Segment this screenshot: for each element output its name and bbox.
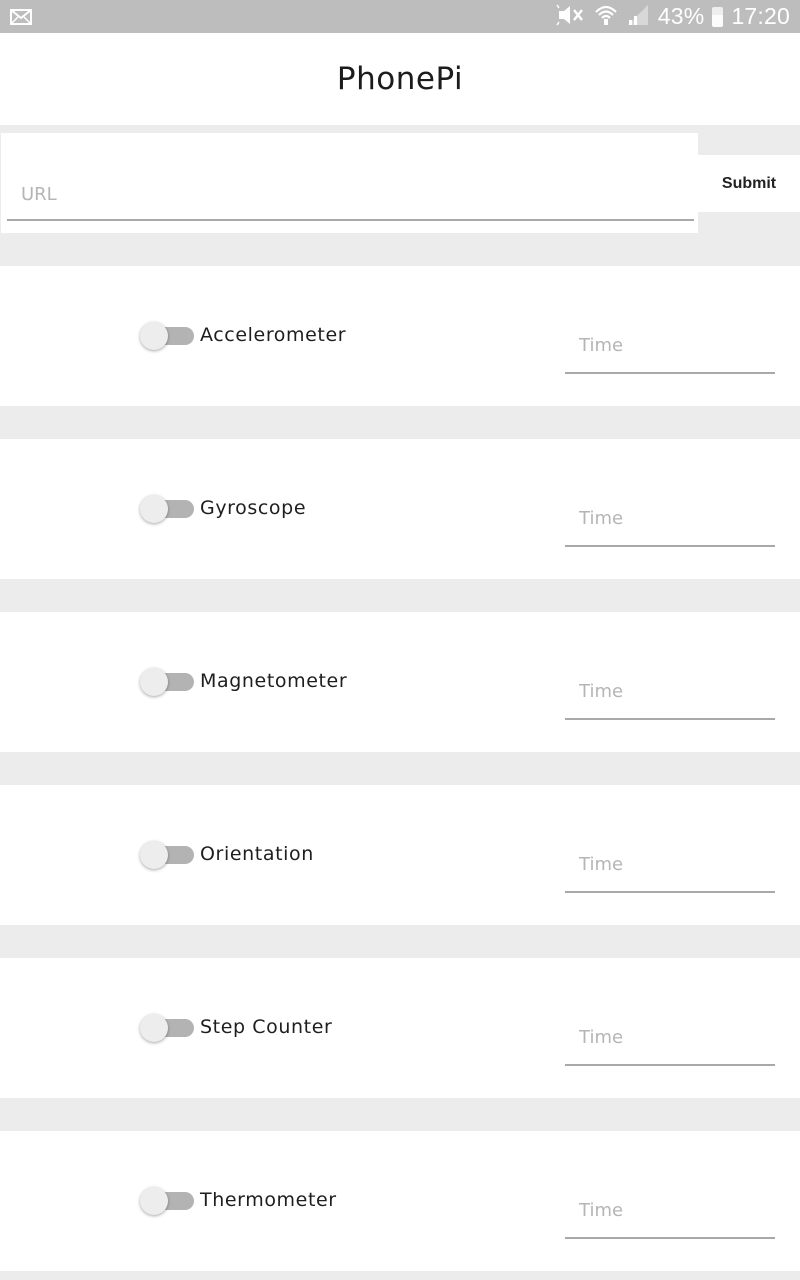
mail-icon bbox=[10, 9, 32, 29]
clock: 17:20 bbox=[731, 3, 790, 29]
status-bar: 43% 17:20 bbox=[0, 0, 800, 33]
toggle-thumb bbox=[140, 1187, 168, 1215]
signal-icon bbox=[626, 4, 650, 30]
step-counter-toggle[interactable] bbox=[140, 1014, 196, 1042]
sensor-label: Magnetometer bbox=[200, 670, 348, 692]
toggle-thumb bbox=[140, 322, 168, 350]
sensor-label: Thermometer bbox=[200, 1189, 337, 1211]
magnetometer-toggle[interactable] bbox=[140, 668, 196, 696]
app-title: PhonePi bbox=[336, 61, 464, 97]
sensor-row-step-counter: Step Counter bbox=[0, 958, 800, 1098]
orientation-time-input[interactable] bbox=[565, 837, 775, 893]
sensor-label: Accelerometer bbox=[200, 324, 347, 346]
toggle-thumb bbox=[140, 841, 168, 869]
sensor-row-accelerometer: Accelerometer bbox=[0, 266, 800, 406]
magnetometer-time-input[interactable] bbox=[565, 664, 775, 720]
sensor-row-thermometer: Thermometer bbox=[0, 1131, 800, 1271]
submit-button[interactable]: Submit bbox=[698, 155, 800, 212]
app-bar: PhonePi bbox=[0, 33, 800, 125]
sensor-label: Step Counter bbox=[200, 1016, 333, 1038]
toggle-thumb bbox=[140, 495, 168, 523]
url-input[interactable] bbox=[7, 133, 694, 221]
wifi-icon bbox=[594, 4, 618, 30]
step-counter-time-input[interactable] bbox=[565, 1010, 775, 1066]
sensor-label: Orientation bbox=[200, 843, 314, 865]
toggle-thumb bbox=[140, 668, 168, 696]
sensor-row-orientation: Orientation bbox=[0, 785, 800, 925]
thermometer-toggle[interactable] bbox=[140, 1187, 196, 1215]
url-card bbox=[1, 133, 698, 233]
gyroscope-time-input[interactable] bbox=[565, 491, 775, 547]
toggle-thumb bbox=[140, 1014, 168, 1042]
thermometer-time-input[interactable] bbox=[565, 1183, 775, 1239]
battery-percentage: 43% bbox=[657, 3, 705, 29]
sensor-label: Gyroscope bbox=[200, 497, 307, 519]
sensor-row-gyroscope: Gyroscope bbox=[0, 439, 800, 579]
accelerometer-toggle[interactable] bbox=[140, 322, 196, 350]
sensor-row-magnetometer: Magnetometer bbox=[0, 612, 800, 752]
orientation-toggle[interactable] bbox=[140, 841, 196, 869]
accelerometer-time-input[interactable] bbox=[565, 318, 775, 374]
mute-icon bbox=[556, 4, 586, 30]
battery-icon bbox=[712, 6, 724, 27]
gyroscope-toggle[interactable] bbox=[140, 495, 196, 523]
